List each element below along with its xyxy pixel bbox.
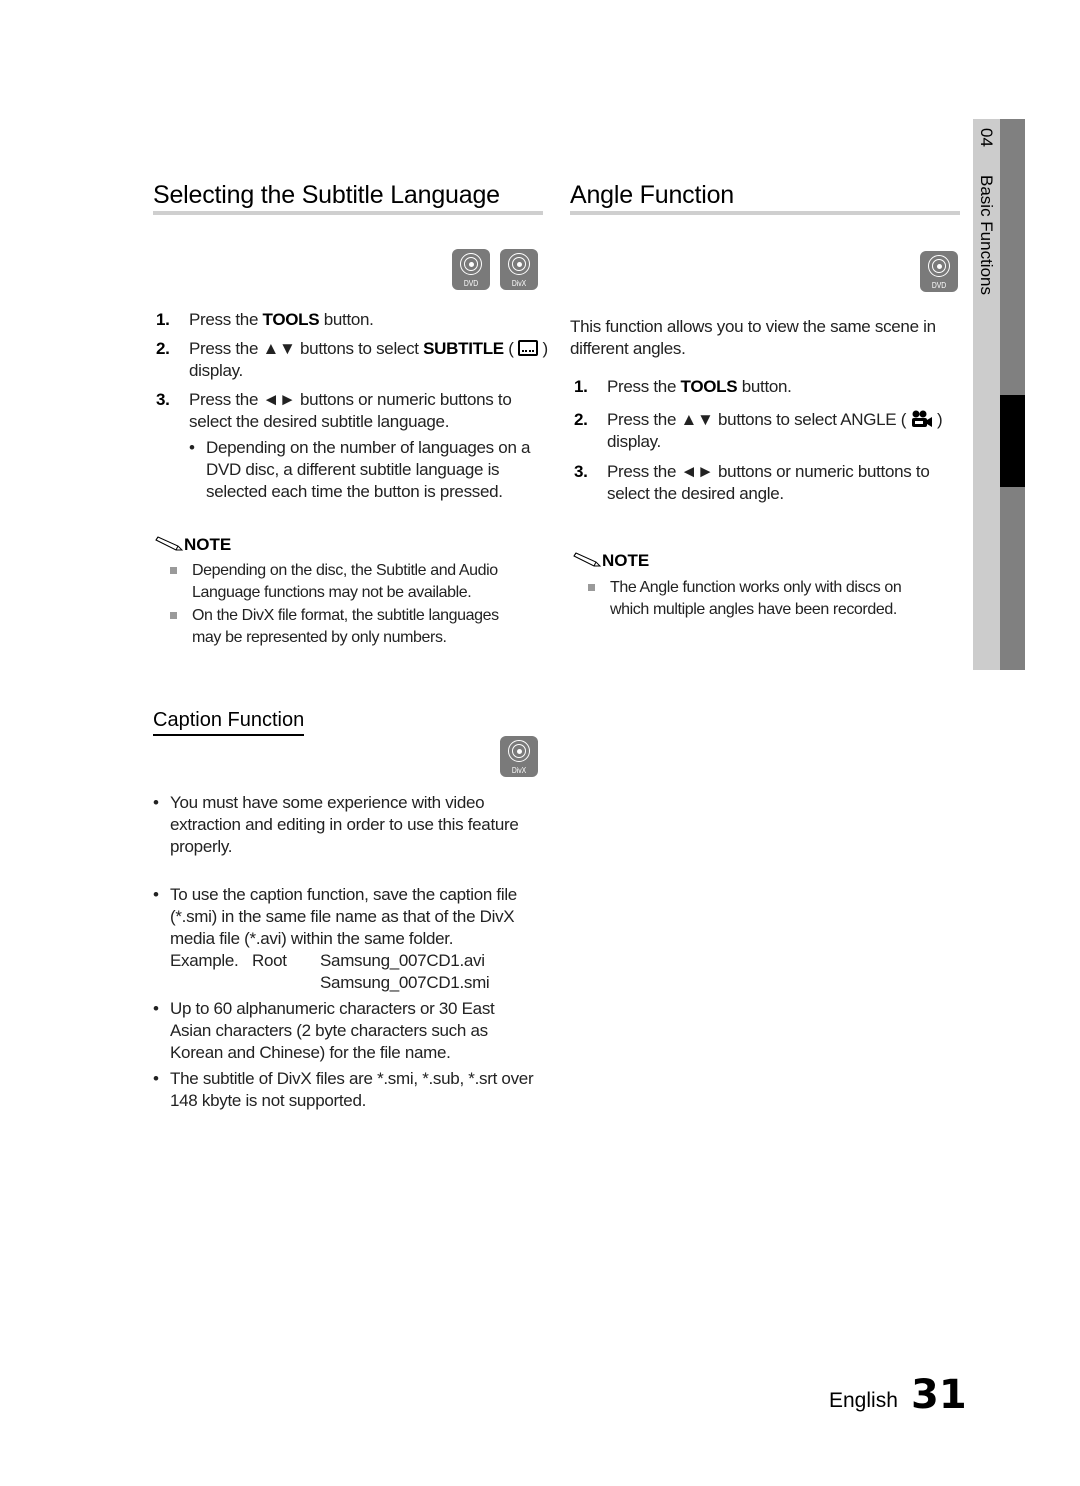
chapter-number: 04 xyxy=(977,128,996,147)
caption-bullet: • To use the caption function, save the … xyxy=(153,885,517,948)
footer-language: English xyxy=(829,1389,898,1412)
section-rule xyxy=(570,211,960,215)
note-item: The Angle function works only with discs… xyxy=(588,577,968,621)
chapter-title: Basic Functions xyxy=(977,175,996,295)
caption-bullet: • You must have some experience with vid… xyxy=(153,793,519,856)
pencil-note-icon xyxy=(155,536,184,551)
step-3: 3. Press the ◄► buttons or numeric butto… xyxy=(574,462,930,503)
example-label: Example. xyxy=(170,951,239,970)
note-item: On the DivX file format, the subtitle la… xyxy=(170,605,550,649)
caption-section-title: Caption Function xyxy=(153,709,305,736)
step-1: 1. Press the TOOLS button. xyxy=(156,310,374,329)
divx-badge-icon: DivX xyxy=(500,736,538,777)
chapter-tab-marker xyxy=(1000,395,1025,487)
subtitle-section-title: Selecting the Subtitle Language xyxy=(153,181,500,209)
example-file: Samsung_007CD1.smi xyxy=(320,973,490,992)
angle-intro: This function allows you to view the sam… xyxy=(570,317,936,358)
dvd-badge-icon: DVD xyxy=(452,249,490,290)
section-rule xyxy=(153,211,543,215)
subtitle-icon xyxy=(518,340,539,356)
pencil-note-icon xyxy=(573,552,602,567)
angle-section-title: Angle Function xyxy=(570,181,734,209)
divx-badge-icon: DivX xyxy=(500,249,538,290)
step-2: 2. Press the ▲▼ buttons to select SUBTIT… xyxy=(156,339,548,380)
step-3-bullet: • Depending on the number of languages o… xyxy=(189,438,531,501)
note-heading: NOTE xyxy=(154,535,231,555)
note-item: Depending on the disc, the Subtitle and … xyxy=(170,560,550,604)
example-folder: Root xyxy=(252,951,287,970)
step-1: 1. Press the TOOLS button. xyxy=(574,377,792,396)
camera-icon xyxy=(911,410,932,427)
note-heading: NOTE xyxy=(572,551,649,571)
step-2: 2. Press the ▲▼ buttons to select ANGLE … xyxy=(574,410,943,451)
caption-bullet: • Up to 60 alphanumeric characters or 30… xyxy=(153,999,495,1062)
step-3: 3. Press the ◄► buttons or numeric butto… xyxy=(156,390,512,431)
dvd-badge-icon: DVD xyxy=(920,251,958,292)
example-file: Samsung_007CD1.avi xyxy=(320,951,485,970)
page-number: 31 xyxy=(911,1372,967,1418)
caption-bullet: • The subtitle of DivX files are *.smi, … xyxy=(153,1069,534,1110)
